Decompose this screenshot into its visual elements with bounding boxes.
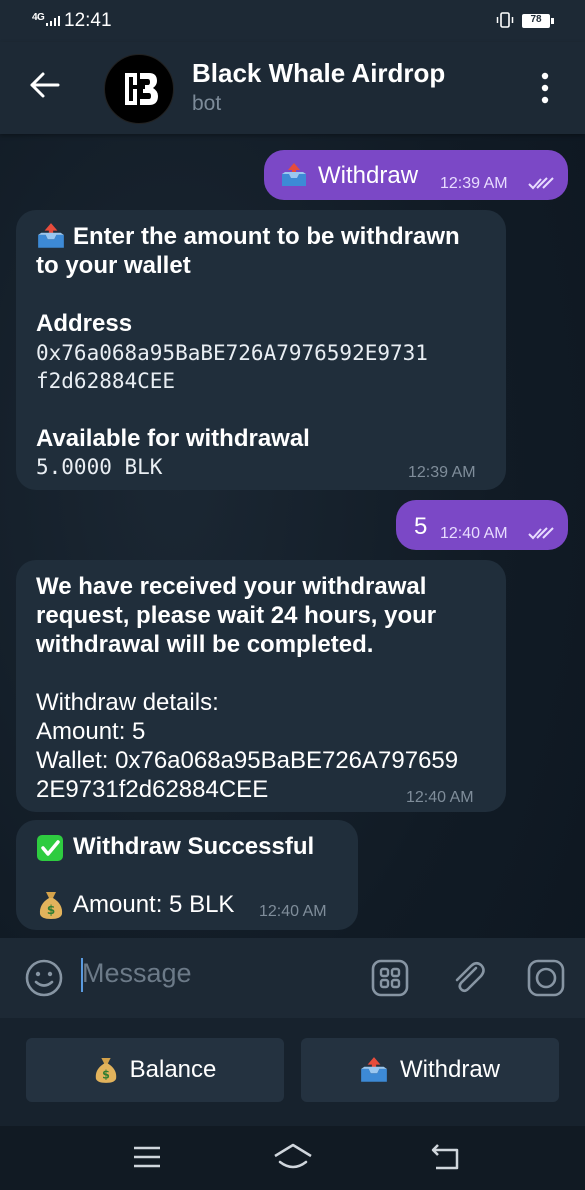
chat-subtitle: bot [192, 92, 222, 115]
outbox-tray-icon [282, 163, 306, 186]
more-options-icon[interactable] [532, 70, 558, 106]
address-label: Address [36, 310, 133, 337]
balance-button-label: Balance [129, 1056, 217, 1083]
bot-keyboard-icon[interactable] [370, 958, 410, 998]
check-mark-button-icon [37, 835, 63, 861]
incoming-message[interactable]: We have received your withdrawal request… [16, 560, 506, 812]
withdraw-button[interactable]: Withdraw [301, 1038, 559, 1102]
money-bag-icon: $ [39, 892, 63, 919]
back-nav-icon[interactable] [430, 1142, 462, 1172]
message-time: 12:39 AM [440, 175, 508, 192]
message-input[interactable]: Message [82, 958, 192, 989]
balance-button[interactable]: $ Balance [26, 1038, 284, 1102]
vibrate-icon [496, 12, 514, 28]
double-check-icon [528, 527, 554, 540]
bot-reply-keyboard: $ Balance Withdraw [0, 1018, 585, 1126]
message-input-bar: Message [0, 938, 585, 1018]
details-label: Withdraw details: [36, 689, 219, 716]
message-text: 5 [414, 513, 428, 540]
wallet-line: Wallet: 0x76a068a95BaBE726A797659 [36, 747, 459, 774]
emoji-icon[interactable] [24, 958, 64, 998]
network-type: 4G [32, 12, 45, 23]
system-navigation-bar [0, 1126, 585, 1190]
message-line: to your wallet [36, 252, 191, 279]
message-line: Enter the amount to be withdrawn [73, 223, 460, 250]
wallet-line: 2E9731f2d62884CEE [36, 776, 269, 803]
withdraw-button-label: Withdraw [399, 1056, 501, 1083]
message-time: 12:40 AM [259, 903, 327, 920]
message-text: Withdraw [318, 162, 419, 189]
wallet-address: 0x76a068a95BaBE726A7976592E9731 [36, 341, 428, 365]
battery-tip [551, 18, 554, 24]
message-time: 12:40 AM [406, 789, 474, 806]
message-line: request, please wait 24 hours, your [36, 602, 437, 629]
chat-title[interactable]: Black Whale Airdrop [192, 58, 445, 89]
incoming-message[interactable]: Enter the amount to be withdrawn to your… [16, 210, 506, 490]
incoming-message[interactable]: Withdraw Successful $ Amount: 5 BLK 12:4… [16, 820, 358, 930]
message-time: 12:39 AM [408, 464, 476, 481]
paperclip-icon[interactable] [448, 958, 488, 998]
success-text: Withdraw Successful [73, 833, 315, 860]
camera-icon[interactable] [526, 958, 566, 998]
chat-header: Black Whale Airdrop bot [0, 42, 585, 134]
status-bar: 4G 12:41 78 [0, 0, 585, 42]
svg-text:$: $ [47, 903, 55, 917]
available-label: Available for withdrawal [36, 425, 310, 452]
double-check-icon [528, 177, 554, 190]
home-icon[interactable] [272, 1142, 314, 1172]
battery-icon: 78 [522, 14, 550, 28]
amount-line: Amount: 5 [36, 718, 146, 745]
battery-level: 78 [530, 14, 542, 25]
available-value: 5.0000 BLK [36, 455, 163, 479]
message-line: We have received your withdrawal [36, 573, 427, 600]
outbox-tray-icon [38, 223, 64, 248]
signal-icon [46, 16, 60, 26]
back-arrow-icon[interactable] [28, 68, 62, 102]
amount-text: Amount: 5 BLK [73, 891, 235, 918]
outgoing-message[interactable]: Withdraw 12:39 AM [264, 150, 568, 200]
black-whale-logo-icon [106, 56, 172, 122]
wallet-address: f2d62884CEE [36, 369, 176, 393]
avatar[interactable] [104, 54, 174, 124]
message-time: 12:40 AM [440, 525, 508, 542]
outgoing-message[interactable]: 5 12:40 AM [396, 500, 568, 550]
clock: 12:41 [64, 10, 112, 31]
message-line: withdrawal will be completed. [36, 631, 374, 658]
recent-apps-icon[interactable] [132, 1144, 162, 1170]
